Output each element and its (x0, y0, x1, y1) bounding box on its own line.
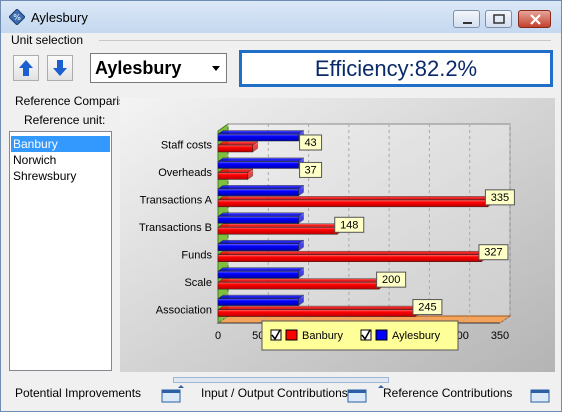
reference-unit-list[interactable]: Banbury Norwich Shrewsbury (9, 131, 112, 371)
x-tick-label: 0 (215, 330, 221, 342)
list-item[interactable]: Norwich (11, 152, 110, 168)
minimize-icon (463, 22, 472, 24)
bar-aylesbury (217, 216, 299, 224)
unit-selection-label: Unit selection (11, 33, 84, 47)
bar-aylesbury-top (217, 130, 305, 135)
arrow-up-icon (19, 60, 33, 76)
bar-banbury (217, 254, 482, 262)
category-label: Staff costs (161, 140, 213, 152)
bar-aylesbury (217, 298, 299, 306)
category-label: Association (156, 304, 212, 316)
unit-select-value: Aylesbury (95, 58, 182, 78)
list-item[interactable]: Shrewsbury (11, 168, 110, 184)
bar-aylesbury (217, 243, 299, 251)
title-bar[interactable]: % Aylesbury (1, 1, 561, 33)
data-label: 200 (382, 274, 400, 286)
app-icon: % (9, 9, 25, 25)
bar-aylesbury (217, 161, 299, 169)
window-title: Aylesbury (31, 10, 88, 25)
maximize-icon (493, 14, 505, 24)
comparison-chart-panel: 050100150200250300350Staff costs43Overhe… (120, 98, 555, 372)
arrow-down-icon (53, 60, 67, 76)
category-label: Transactions A (140, 195, 213, 207)
legend-label-banbury: Banbury (302, 330, 343, 342)
client-area: Unit selection Aylesbury Efficiency:82.2… (7, 33, 555, 407)
close-icon (530, 14, 541, 25)
data-label: 245 (418, 302, 436, 314)
tab-bar: Potential Improvements Input / Output Co… (7, 380, 555, 407)
legend-label-aylesbury: Aylesbury (392, 330, 441, 342)
data-label: 37 (304, 164, 316, 176)
bar-aylesbury-top (217, 294, 305, 299)
category-label: Funds (181, 249, 212, 261)
minimize-button[interactable] (453, 10, 480, 28)
bar-aylesbury-top (217, 212, 305, 217)
category-label: Scale (184, 277, 212, 289)
tab-input-output-contributions[interactable]: Input / Output Contributions (201, 386, 348, 407)
maximize-button[interactable] (485, 10, 512, 28)
reference-unit-label: Reference unit: (24, 113, 106, 127)
svg-text:%: % (13, 13, 21, 22)
chevron-down-icon (212, 66, 220, 71)
bar-aylesbury (217, 270, 299, 279)
category-label: Transactions B (139, 222, 212, 234)
bar-aylesbury (217, 188, 299, 197)
window-icon[interactable] (160, 388, 182, 404)
bar-aylesbury-top (217, 157, 305, 162)
data-label: 335 (491, 192, 509, 204)
window-icon[interactable] (346, 388, 368, 404)
chart-legend[interactable]: Banbury Aylesbury (261, 320, 459, 351)
bar-banbury (217, 281, 380, 290)
close-button[interactable] (518, 10, 551, 28)
bar-banbury (217, 144, 253, 153)
next-unit-button[interactable] (47, 55, 73, 81)
legend-swatch-aylesbury (375, 329, 388, 341)
bar-banbury (217, 309, 416, 317)
efficiency-display: Efficiency:82.2% (239, 50, 553, 87)
bar-banbury-top (217, 250, 488, 255)
bar-banbury-top (217, 223, 344, 228)
data-label: 43 (304, 137, 316, 149)
category-label: Overheads (158, 167, 212, 179)
bar-banbury-top (217, 278, 385, 283)
bar-banbury (217, 199, 489, 208)
bar-aylesbury-top (217, 185, 305, 190)
x-tick-label: 350 (491, 330, 509, 342)
unit-select[interactable]: Aylesbury (90, 53, 227, 83)
data-label: 327 (484, 247, 502, 259)
bar-banbury (217, 227, 338, 235)
previous-unit-button[interactable] (13, 55, 39, 81)
data-label: 148 (340, 219, 358, 231)
window-icon[interactable] (529, 388, 551, 404)
bar-banbury (217, 172, 249, 180)
tab-reference-contributions[interactable]: Reference Contributions (383, 386, 512, 407)
list-item[interactable]: Banbury (11, 136, 110, 152)
bar-banbury-top (217, 141, 259, 146)
bar-aylesbury-top (217, 239, 305, 244)
bar-banbury-top (217, 196, 494, 201)
bar-aylesbury-top (217, 267, 305, 272)
bar-aylesbury (217, 133, 299, 142)
unit-selection-divider (99, 40, 551, 41)
bar-banbury-top (217, 305, 422, 310)
main-window: % Aylesbury Unit selection Aylesbury Eff… (0, 0, 562, 412)
tab-potential-improvements[interactable]: Potential Improvements (15, 386, 141, 407)
legend-swatch-banbury (285, 329, 298, 341)
comparison-chart: 050100150200250300350Staff costs43Overhe… (120, 98, 555, 372)
bar-banbury-top (217, 168, 254, 173)
